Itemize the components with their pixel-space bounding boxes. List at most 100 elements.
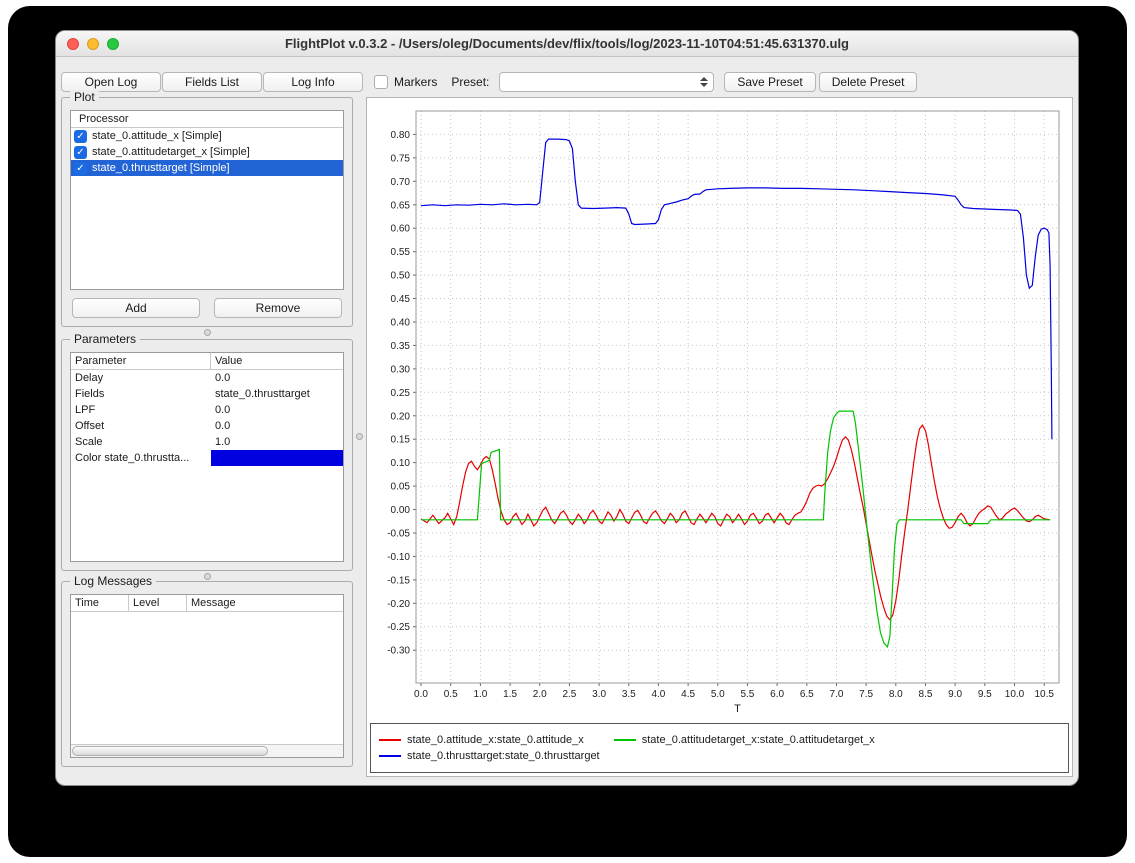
- series-label: state_0.thrusttarget [Simple]: [92, 162, 230, 174]
- series-checkbox[interactable]: ✓: [74, 130, 87, 143]
- close-button[interactable]: [67, 38, 79, 50]
- markers-control: Markers: [374, 75, 437, 89]
- scrollbar-thumb[interactable]: [72, 746, 268, 756]
- parameters-table-header: Parameter Value: [71, 353, 343, 370]
- delete-preset-button[interactable]: Delete Preset: [819, 72, 918, 92]
- y-tick-label: 0.25: [391, 388, 411, 399]
- legend-entry: state_0.attitudetarget_x:state_0.attitud…: [614, 734, 875, 746]
- y-tick-label: 0.70: [391, 177, 411, 188]
- time-column-header[interactable]: Time: [71, 595, 129, 611]
- y-tick-label: 0.05: [391, 482, 411, 493]
- parameter-name: Offset: [71, 418, 211, 434]
- log-messages-table[interactable]: Time Level Message: [70, 594, 344, 758]
- log-table-body: [71, 612, 343, 744]
- markers-checkbox[interactable]: [374, 75, 388, 89]
- parameter-row-1[interactable]: Fieldsstate_0.thrusttarget: [71, 386, 343, 402]
- x-tick-label: 6.0: [770, 689, 784, 700]
- markers-label: Markers: [394, 75, 437, 89]
- parameter-name: Fields: [71, 386, 211, 402]
- plot-buttons: Add Remove: [70, 298, 344, 318]
- x-tick-label: 5.5: [740, 689, 754, 700]
- x-tick-label: 9.5: [978, 689, 992, 700]
- plot-list-column-header[interactable]: Processor: [71, 111, 343, 128]
- plot-group-title: Plot: [70, 90, 99, 104]
- log-info-button[interactable]: Log Info: [263, 72, 363, 92]
- y-tick-label: 0.65: [391, 200, 411, 211]
- open-log-button[interactable]: Open Log: [61, 72, 161, 92]
- x-tick-label: 7.5: [859, 689, 873, 700]
- plot-series-row-2[interactable]: ✓ state_0.thrusttarget [Simple]: [71, 160, 343, 176]
- plot-series-row-0[interactable]: ✓ state_0.attitude_x [Simple]: [71, 128, 343, 144]
- main-content: Plot Processor ✓state_0.attitude_x [Simp…: [61, 97, 1073, 777]
- remove-button[interactable]: Remove: [214, 298, 342, 318]
- y-tick-label: 0.35: [391, 341, 411, 352]
- preset-select[interactable]: [499, 72, 714, 92]
- value-column-header[interactable]: Value: [211, 353, 343, 369]
- level-column-header[interactable]: Level: [129, 595, 187, 611]
- plot-series-list-body: ✓ state_0.attitude_x [Simple] ✓ state_0.att…: [71, 128, 343, 176]
- x-tick-label: 2.0: [533, 689, 547, 700]
- parameter-color-swatch[interactable]: [211, 450, 343, 466]
- parameter-column-header[interactable]: Parameter: [71, 353, 211, 369]
- parameter-name: LPF: [71, 402, 211, 418]
- message-column-header[interactable]: Message: [187, 595, 343, 611]
- parameter-row-2[interactable]: LPF0.0: [71, 402, 343, 418]
- legend-label: state_0.thrusttarget:state_0.thrusttarge…: [407, 750, 600, 762]
- y-tick-label: -0.15: [387, 575, 410, 586]
- x-tick-label: 1.0: [473, 689, 487, 700]
- plot-series-list[interactable]: Processor ✓ state_0.attitude_x [Simple] ✓ s…: [70, 110, 344, 290]
- plot-series-row-1[interactable]: ✓ state_0.attitudetarget_x [Simple]: [71, 144, 343, 160]
- screenshot-canvas: FlightPlot v.0.3.2 - /Users/oleg/Documen…: [0, 0, 1135, 863]
- legend-entry: state_0.attitude_x:state_0.attitude_x: [379, 734, 584, 746]
- minimize-button[interactable]: [87, 38, 99, 50]
- y-tick-label: 0.40: [391, 318, 411, 329]
- splitter-handle-vertical[interactable]: [356, 433, 363, 440]
- chevron-down-icon: [700, 83, 708, 87]
- x-axis-label: T: [734, 703, 741, 715]
- parameter-value[interactable]: 0.0: [211, 418, 343, 434]
- y-tick-label: 0.50: [391, 271, 411, 282]
- y-tick-label: 0.20: [391, 411, 411, 422]
- series-checkbox[interactable]: ✓: [74, 162, 87, 175]
- legend-entry: state_0.thrusttarget:state_0.thrusttarge…: [379, 750, 600, 762]
- preset-label: Preset:: [451, 75, 489, 89]
- x-tick-label: 10.0: [1005, 689, 1025, 700]
- x-tick-label: 6.5: [800, 689, 814, 700]
- parameter-value[interactable]: 0.0: [211, 402, 343, 418]
- y-tick-label: -0.25: [387, 622, 410, 633]
- parameter-value[interactable]: 0.0: [211, 370, 343, 386]
- parameter-row-0[interactable]: Delay0.0: [71, 370, 343, 386]
- horizontal-scrollbar[interactable]: [71, 744, 343, 757]
- log-messages-group: Log Messages Time Level Message: [61, 581, 353, 767]
- chevron-up-icon: [700, 77, 708, 81]
- series-label: state_0.attitudetarget_x [Simple]: [92, 146, 250, 158]
- parameter-value[interactable]: 1.0: [211, 434, 343, 450]
- y-tick-label: 0.00: [391, 505, 411, 516]
- parameter-row-4[interactable]: Scale1.0: [71, 434, 343, 450]
- title-bar[interactable]: FlightPlot v.0.3.2 - /Users/oleg/Documen…: [56, 31, 1078, 57]
- series-checkbox[interactable]: ✓: [74, 146, 87, 159]
- parameters-group: Parameters Parameter Value Delay0.0Field…: [61, 339, 353, 571]
- legend-label: state_0.attitude_x:state_0.attitude_x: [407, 734, 584, 746]
- splitter-handle-top[interactable]: [204, 329, 211, 336]
- y-tick-label: -0.05: [387, 529, 410, 540]
- parameter-row-3[interactable]: Offset0.0: [71, 418, 343, 434]
- add-button[interactable]: Add: [72, 298, 200, 318]
- save-preset-button[interactable]: Save Preset: [724, 72, 815, 92]
- x-tick-label: 2.5: [562, 689, 576, 700]
- series-label: state_0.attitude_x [Simple]: [92, 130, 222, 142]
- chart-svg[interactable]: 0.00.51.01.52.02.53.03.54.04.55.05.56.06…: [370, 101, 1069, 717]
- parameter-row-5[interactable]: Color state_0.thrustta...: [71, 450, 343, 466]
- parameters-group-title: Parameters: [70, 332, 140, 346]
- zoom-button[interactable]: [107, 38, 119, 50]
- y-tick-label: -0.10: [387, 552, 410, 563]
- parameters-table[interactable]: Parameter Value Delay0.0Fieldsstate_0.th…: [70, 352, 344, 562]
- log-messages-group-title: Log Messages: [70, 574, 156, 588]
- left-sidebar: Plot Processor ✓state_0.attitude_x [Simp…: [61, 97, 353, 777]
- x-tick-label: 8.5: [919, 689, 933, 700]
- flightplot-window: FlightPlot v.0.3.2 - /Users/oleg/Documen…: [55, 30, 1079, 786]
- parameter-value[interactable]: state_0.thrusttarget: [211, 386, 343, 402]
- fields-list-button[interactable]: Fields List: [162, 72, 262, 92]
- x-tick-label: 9.0: [948, 689, 962, 700]
- splitter-handle-bottom[interactable]: [204, 573, 211, 580]
